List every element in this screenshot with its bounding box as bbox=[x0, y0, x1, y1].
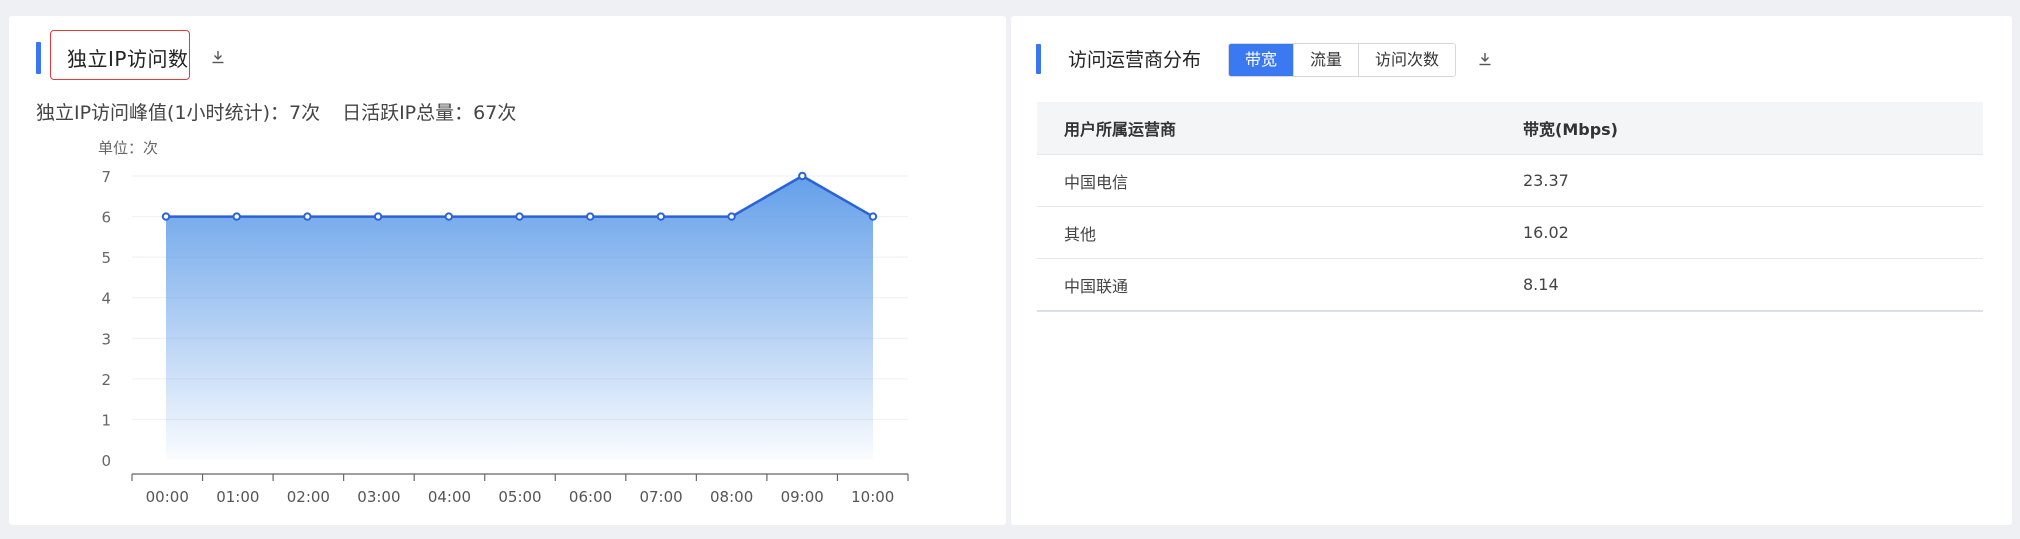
data-point bbox=[444, 212, 453, 221]
title-accent-bar bbox=[1036, 44, 1041, 74]
bandwidth-cell: 23.37 bbox=[1496, 154, 1983, 207]
x-tick-label: 04:00 bbox=[428, 488, 471, 506]
y-tick-label: 6 bbox=[101, 209, 111, 227]
y-tick-label: 1 bbox=[101, 411, 111, 429]
x-tick-label: 08:00 bbox=[710, 488, 753, 506]
column-header-isp: 用户所属运营商 bbox=[1037, 102, 1496, 155]
table-row: 其他 16.02 bbox=[1037, 206, 1983, 259]
x-tick-label: 00:00 bbox=[146, 488, 189, 506]
tab-visit-count[interactable]: 访问次数 bbox=[1358, 44, 1456, 76]
data-point bbox=[868, 212, 878, 221]
ip-visits-card: 独立IP访问数 独立IP访问峰值(1小时统计)：7次 日活跃IP总量：67次 单位… bbox=[9, 16, 1006, 525]
column-header-bandwidth: 带宽(Mbps) bbox=[1496, 102, 1983, 155]
isp-name-cell: 其他 bbox=[1037, 206, 1496, 259]
data-point bbox=[586, 212, 595, 221]
data-point bbox=[373, 212, 383, 221]
y-tick-label: 5 bbox=[101, 249, 111, 267]
isp-name-cell: 中国电信 bbox=[1037, 154, 1496, 207]
x-tick-label: 02:00 bbox=[287, 488, 330, 506]
bandwidth-cell: 16.02 bbox=[1496, 206, 1983, 259]
data-point bbox=[798, 171, 807, 181]
bandwidth-cell: 8.14 bbox=[1496, 258, 1983, 312]
data-point bbox=[515, 212, 524, 221]
ip-visits-chart: 单位：次 00:00 01:00 02:00 03:00 04:00 05:00 06:00… bbox=[98, 139, 909, 506]
x-tick-label: 06:00 bbox=[569, 488, 612, 506]
isp-table: 用户所属运营商 带宽(Mbps) 中国电信 23.37 其他 16.02 中国联… bbox=[1037, 102, 1983, 312]
isp-distribution-title: 访问运营商分布 bbox=[1068, 49, 1202, 71]
y-tick-label: 0 bbox=[101, 452, 111, 470]
data-point bbox=[303, 212, 312, 221]
x-tick-label: 07:00 bbox=[639, 488, 682, 506]
y-tick-label: 2 bbox=[101, 371, 111, 389]
isp-distribution-card: 访问运营商分布 带宽 流量 访问次数 用户所属运营商 带宽(Mbps) 中国电信… bbox=[1011, 16, 2012, 525]
metric-tabs: 带宽 流量 访问次数 bbox=[1228, 43, 1457, 77]
y-tick-label: 7 bbox=[101, 168, 111, 186]
data-point bbox=[161, 212, 171, 221]
x-tick-label: 01:00 bbox=[216, 488, 259, 506]
x-tick-label: 03:00 bbox=[357, 488, 400, 506]
tab-traffic[interactable]: 流量 bbox=[1293, 44, 1359, 76]
isp-name-cell: 中国联通 bbox=[1037, 258, 1496, 312]
download-icon[interactable] bbox=[1476, 50, 1494, 68]
table-row: 中国联通 8.14 bbox=[1037, 258, 1983, 312]
data-point bbox=[727, 212, 736, 221]
table-header-row: 用户所属运营商 带宽(Mbps) bbox=[1037, 102, 1983, 155]
data-point bbox=[232, 212, 241, 221]
y-tick-label: 4 bbox=[101, 290, 111, 308]
table-row: 中国电信 23.37 bbox=[1037, 154, 1983, 207]
x-tick-label: 10:00 bbox=[851, 488, 894, 506]
y-tick-label: 3 bbox=[101, 330, 111, 348]
data-point bbox=[656, 212, 666, 221]
unit-label: 单位：次 bbox=[98, 139, 158, 157]
tab-bandwidth[interactable]: 带宽 bbox=[1229, 44, 1294, 76]
x-tick-label: 05:00 bbox=[498, 488, 541, 506]
x-tick-label: 09:00 bbox=[781, 488, 824, 506]
